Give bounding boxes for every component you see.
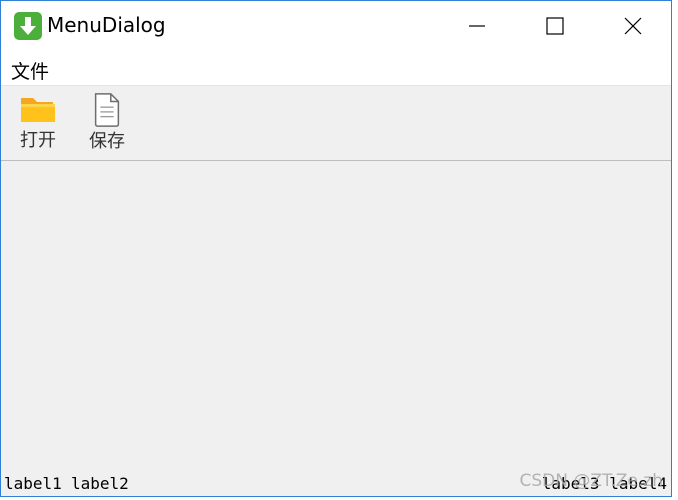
open-button[interactable]: 打开 <box>13 86 63 160</box>
maximize-button[interactable] <box>516 1 594 51</box>
status-label-2: label2 <box>71 474 129 493</box>
minimize-button[interactable] <box>438 1 516 51</box>
central-widget <box>1 161 671 466</box>
tool-bar: 打开 保存 <box>1 86 671 161</box>
download-arrow-icon <box>14 12 42 40</box>
window-title: MenuDialog <box>47 13 166 37</box>
close-button[interactable] <box>594 1 671 51</box>
save-button-label: 保存 <box>89 131 125 152</box>
menu-file[interactable]: 文件 <box>11 57 49 84</box>
main-window: MenuDialog 文件 打开 保存 label1 label2 label3… <box>0 0 672 497</box>
menu-bar: 文件 <box>1 51 671 86</box>
status-label-1: label1 <box>4 474 62 493</box>
open-button-label: 打开 <box>20 130 56 151</box>
close-icon <box>624 17 642 35</box>
folder-icon <box>21 98 55 122</box>
save-button[interactable]: 保存 <box>81 86 133 160</box>
document-icon <box>94 93 120 127</box>
watermark-text: CSDN @ZT.Ze.zh <box>519 471 664 491</box>
minimize-icon <box>469 25 485 27</box>
maximize-icon <box>546 17 564 35</box>
title-bar[interactable]: MenuDialog <box>1 1 671 51</box>
